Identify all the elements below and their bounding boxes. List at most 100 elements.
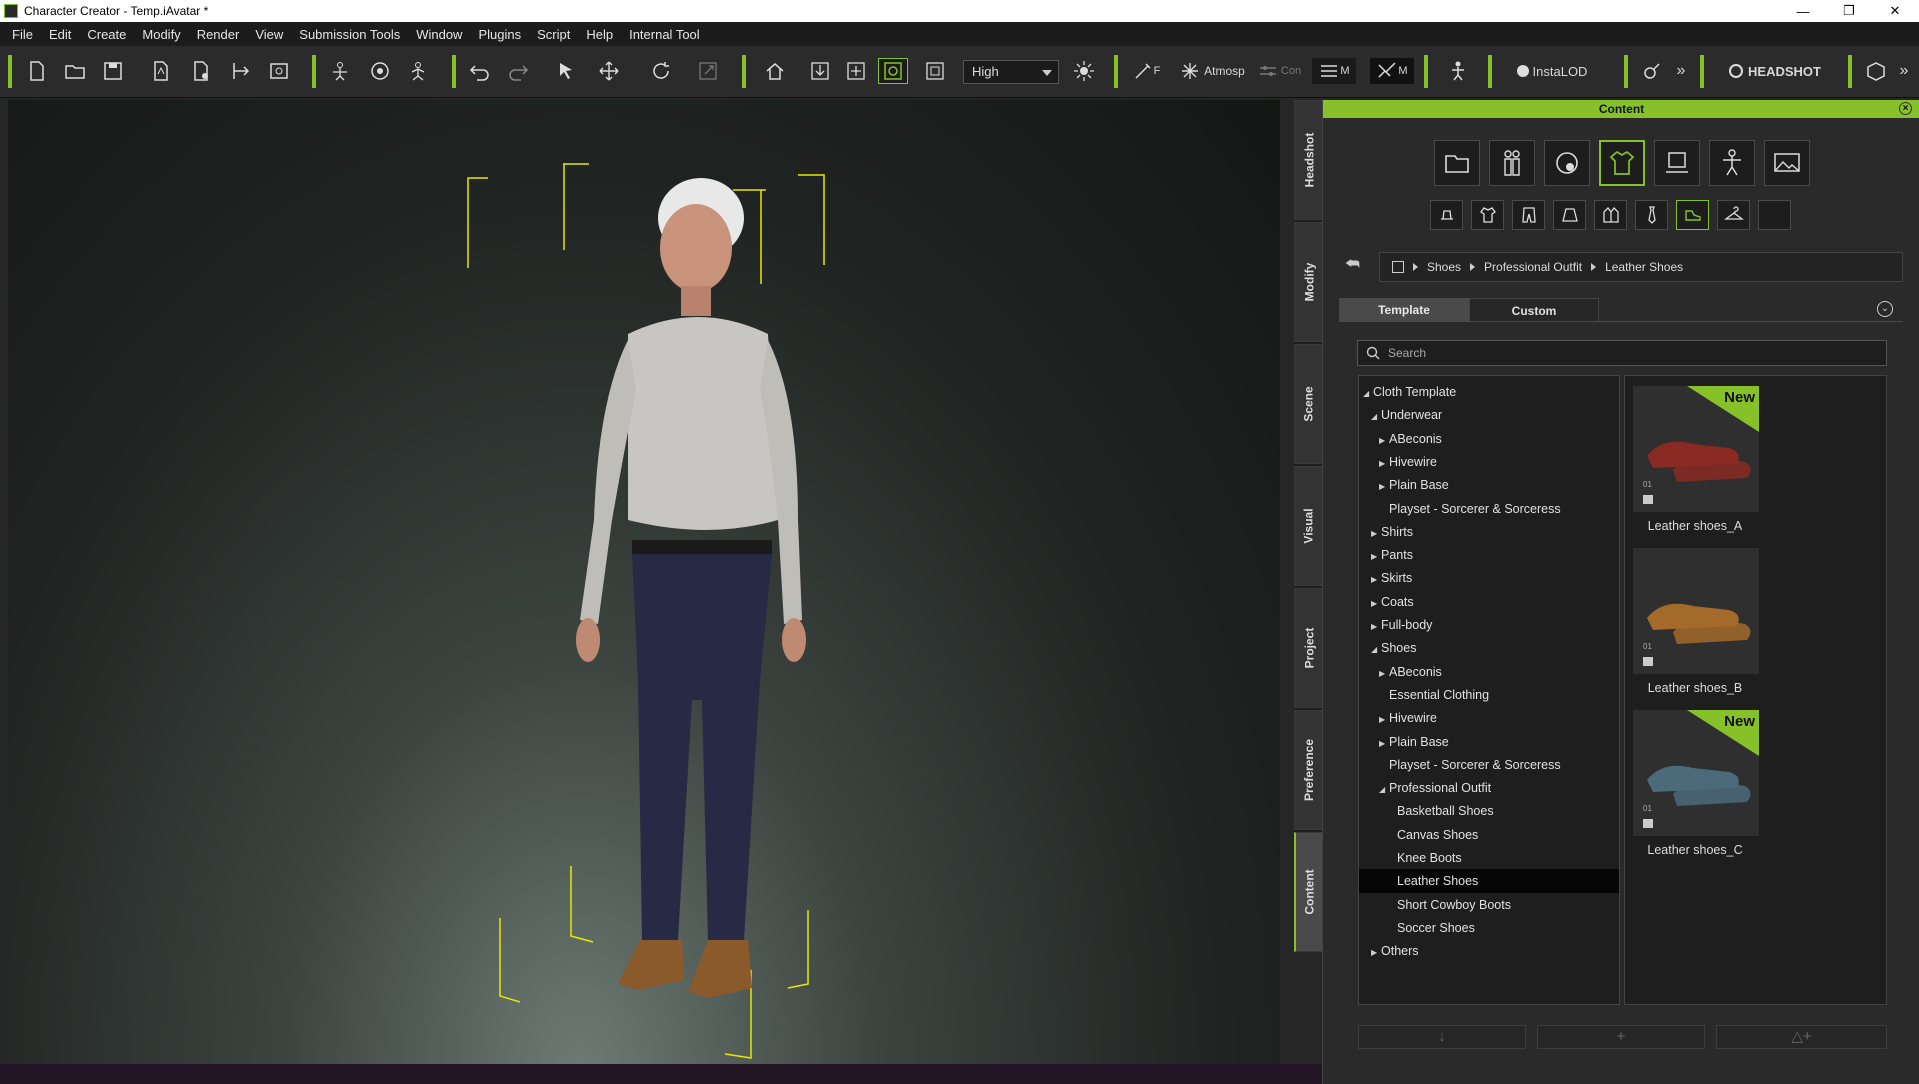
send-icon[interactable] [228,58,254,84]
clothing-button[interactable] [1599,140,1645,186]
back-arrow-icon[interactable]: ⮪ [1345,256,1360,274]
search-field[interactable]: Search [1357,340,1887,366]
tree-item[interactable]: Playset - Sorcerer & Sorceress [1359,753,1619,777]
character-pose-icon[interactable] [326,58,354,84]
tree-item[interactable]: ◢ Cloth Template [1359,380,1619,404]
new-file-icon[interactable] [24,58,50,84]
tree-item[interactable]: ▶ Others [1359,939,1619,963]
tab-content[interactable]: Content [1294,832,1324,952]
frame-selected-icon[interactable] [842,58,870,84]
tree-item[interactable]: Basketball Shoes [1359,799,1619,823]
tree-item[interactable]: ◢ Underwear [1359,403,1619,427]
tree-item[interactable]: Canvas Shoes [1359,823,1619,847]
menu-submission-tools[interactable]: Submission Tools [291,27,408,42]
atmosphere-button[interactable]: Atmosp [1176,58,1248,84]
breadcrumb-root-icon[interactable] [1392,261,1404,273]
headshot-button[interactable]: HEADSHOT [1716,58,1834,84]
more-chevron-icon[interactable]: » [1670,58,1692,84]
tree-item[interactable]: Playset - Sorcerer & Sorceress [1359,497,1619,521]
cloth-shirt-button[interactable] [1471,200,1504,230]
tree-item[interactable]: Short Cowboy Boots [1359,893,1619,917]
tree-item[interactable]: ◢ Shoes [1359,636,1619,660]
effects-button[interactable]: F [1128,58,1164,84]
select-arrow-icon[interactable] [552,58,580,84]
undo-icon[interactable] [466,58,494,84]
home-view-icon[interactable] [756,58,794,84]
tree-item[interactable]: ▶ Skirts [1359,566,1619,590]
instalod-button[interactable]: InstaLOD [1504,58,1600,84]
close-icon[interactable]: ✕ [1872,0,1918,22]
menu-file[interactable]: File [4,27,41,42]
thumbnail-card[interactable]: New 01 [1633,386,1759,512]
panel-close-icon[interactable]: × [1899,102,1912,115]
con-button[interactable]: Con [1256,58,1302,84]
menu-settings-button[interactable]: M [1312,58,1356,84]
scene-button[interactable] [1764,140,1810,186]
breadcrumb-leather-shoes[interactable]: Leather Shoes [1605,260,1683,274]
restore-icon[interactable]: ❐ [1826,0,1872,22]
tree-item[interactable]: Essential Clothing [1359,683,1619,707]
tree-item[interactable]: ▶ Hivewire [1359,706,1619,730]
add-custom-button[interactable]: △+ [1716,1025,1887,1049]
tab-modify[interactable]: Modify [1294,222,1324,342]
import-icon[interactable] [148,58,174,84]
morph-icon[interactable] [366,58,394,84]
light-icon[interactable] [1070,58,1098,84]
tree-item[interactable]: ▶ ABeconis [1359,660,1619,684]
tab-visual[interactable]: Visual [1294,466,1324,586]
tab-preference[interactable]: Preference [1294,710,1324,830]
tree-item[interactable]: Soccer Shoes [1359,916,1619,940]
breadcrumb-shoes[interactable]: Shoes [1427,260,1461,274]
cloth-skirt-button[interactable] [1553,200,1586,230]
camera-list-icon[interactable] [916,58,954,84]
project-folder-button[interactable] [1434,140,1480,186]
menu-window[interactable]: Window [408,27,470,42]
menu-edit[interactable]: Edit [41,27,79,42]
pose-figure-icon[interactable] [1444,58,1472,84]
3d-viewport[interactable] [8,100,1280,1064]
add-button[interactable]: + [1537,1025,1705,1049]
thumbnail-card[interactable]: New 01 [1633,710,1759,836]
minimize-icon[interactable]: — [1780,0,1826,22]
tab-custom[interactable]: Custom [1469,298,1599,322]
cloth-hat-button[interactable] [1430,200,1463,230]
tab-scene[interactable]: Scene [1294,344,1324,464]
menu-internal-tool[interactable]: Internal Tool [621,27,708,42]
tree-item[interactable]: ▶ Hivewire [1359,450,1619,474]
tree-item[interactable]: ▶ Plain Base [1359,730,1619,754]
more-chevron-icon[interactable]: » [1894,58,1914,84]
menu-render[interactable]: Render [189,27,248,42]
menu-create[interactable]: Create [79,27,134,42]
tree-item[interactable]: ▶ Coats [1359,590,1619,614]
tab-project[interactable]: Project [1294,588,1324,708]
collapse-chevron-icon[interactable]: ⌄ [1877,301,1893,317]
menu-script[interactable]: Script [529,27,578,42]
tab-template[interactable]: Template [1339,298,1469,322]
tree-item[interactable]: Leather Shoes [1359,869,1619,894]
scale-icon[interactable] [694,58,722,84]
menu-plugins[interactable]: Plugins [470,27,529,42]
menu-view[interactable]: View [247,27,291,42]
cloth-empty-button[interactable] [1758,200,1791,230]
tree-item[interactable]: ▶ Plain Base [1359,473,1619,497]
actor-button[interactable] [1489,140,1535,186]
render-icon[interactable] [266,58,292,84]
tree-item[interactable]: ▶ Full-body [1359,613,1619,637]
tree-item[interactable]: ▶ ABeconis [1359,427,1619,451]
modify-mode-button[interactable]: M [1370,58,1414,84]
pose-button[interactable] [1709,140,1755,186]
cloth-hanger-button[interactable] [1717,200,1750,230]
camera-sync-icon[interactable] [878,58,908,84]
material-button[interactable] [1544,140,1590,186]
smart-gallery-icon[interactable] [1862,58,1890,84]
breadcrumb-professional-outfit[interactable]: Professional Outfit [1484,260,1582,274]
motion-icon[interactable] [404,58,432,84]
collapsed-triangle-icon[interactable]: ▶ [1371,941,1381,965]
tree-item[interactable]: ▶ Pants [1359,543,1619,567]
menu-modify[interactable]: Modify [134,27,188,42]
fit-view-icon[interactable] [806,58,834,84]
cloth-tie-button[interactable] [1635,200,1668,230]
save-icon[interactable] [100,58,126,84]
export-icon[interactable] [188,58,214,84]
tree-item[interactable]: Knee Boots [1359,846,1619,870]
